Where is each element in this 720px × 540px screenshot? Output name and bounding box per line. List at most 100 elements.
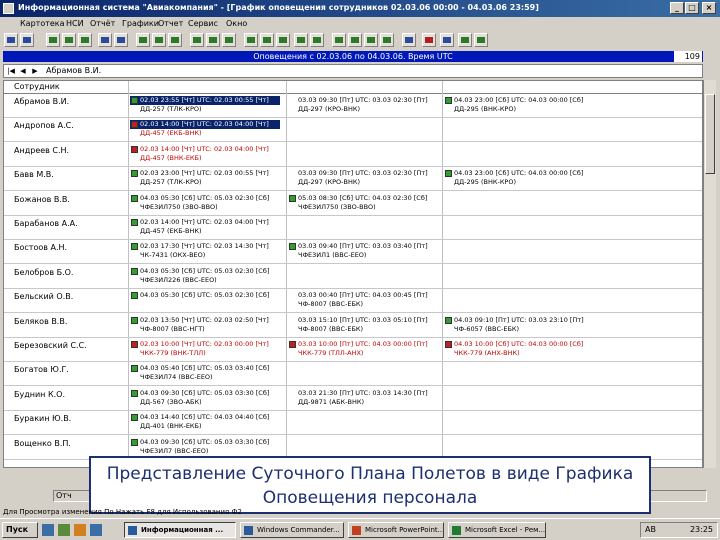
menu-item-nsi[interactable]: НСИ bbox=[66, 19, 84, 28]
red-flag-icon bbox=[131, 145, 138, 153]
table-row[interactable]: Богатов Ю.Г. 04.03 05:40 [Сб] UTC: 05.03 … bbox=[4, 362, 702, 387]
menu-item-otchet[interactable]: Отчёт bbox=[90, 19, 115, 28]
notification-cell[interactable]: 02.03 23:00 [Чт] UTC: 02.03 00:55 [Чт] ДД… bbox=[130, 169, 280, 189]
window-icon bbox=[128, 526, 137, 535]
table-row[interactable]: Андропов А.С. 02.03 14:00 [Чт] UTC: 02.03… bbox=[4, 118, 702, 143]
notification-cell[interactable]: 04.03 05:40 [Сб] UTC: 05.03 03:40 [Сб] ЧФ… bbox=[130, 364, 280, 384]
toolbar-tool-icon[interactable] bbox=[348, 33, 362, 47]
task-button[interactable]: Windows Commander... bbox=[240, 522, 344, 538]
notification-cell[interactable]: 02.03 14:00 [Чт] UTC: 02.03 04:00 [Чт] ДД… bbox=[130, 120, 280, 140]
toolbar-tool-icon[interactable] bbox=[364, 33, 378, 47]
prev-record-icon[interactable]: ◀ bbox=[18, 66, 28, 76]
notification-cell[interactable]: 03.03 09:30 [Пт] UTC: 03.03 02:30 [Пт] ДД… bbox=[288, 169, 438, 189]
toolbar-tool-icon[interactable] bbox=[380, 33, 394, 47]
next-record-icon[interactable]: ▶ bbox=[30, 66, 40, 76]
table-row[interactable]: Андреев С.Н. 02.03 14:00 [Чт] UTC: 02.03 … bbox=[4, 143, 702, 167]
notification-cell[interactable]: 04.03 23:00 [Сб] UTC: 04.03 00:00 [Сб] ДД… bbox=[444, 96, 594, 116]
notification-cell[interactable]: 04.03 05:30 [Сб] UTC: 05.03 02:30 [Сб] ЧФ… bbox=[130, 267, 280, 287]
toolbar-tool-icon[interactable] bbox=[168, 33, 182, 47]
toolbar-tool-icon[interactable] bbox=[98, 33, 112, 47]
language-indicator[interactable]: AB bbox=[645, 525, 656, 534]
notification-cell[interactable]: 04.03 09:10 [Пт] UTC: 03.03 23:10 [Пт] ЧФ… bbox=[444, 316, 594, 336]
toolbar-tool-icon[interactable] bbox=[294, 33, 308, 47]
toolbar-tool-icon[interactable] bbox=[310, 33, 324, 47]
notification-cell[interactable]: 04.03 14:40 [Сб] UTC: 04.03 04:40 [Сб] ДД… bbox=[130, 413, 280, 433]
toolbar-tool-icon[interactable] bbox=[206, 33, 220, 47]
notification-time: 03.03 21:30 [Пт] UTC: 03.03 14:30 [Пт] bbox=[298, 388, 428, 397]
menu-item-report[interactable]: Отчет bbox=[158, 19, 183, 28]
maximize-button[interactable]: □ bbox=[685, 2, 699, 14]
toolbar-tool-icon[interactable] bbox=[422, 33, 436, 47]
notification-cell[interactable]: 03.03 00:40 [Пт] UTC: 04.03 00:45 [Пт] ЧФ… bbox=[288, 291, 438, 311]
table-row[interactable]: Буднин К.О. 04.03 09:30 [Сб] UTC: 05.03 0… bbox=[4, 387, 702, 411]
toolbar-tool-icon[interactable] bbox=[62, 33, 76, 47]
notification-cell[interactable]: 04.03 05:30 [Сб] UTC: 05.03 02:30 [Сб] ЧФ… bbox=[130, 194, 280, 214]
table-row[interactable]: Беляков В.В. 02.03 13:50 [Чт] UTC: 02.03 … bbox=[4, 314, 702, 338]
toolbar-tool-icon[interactable] bbox=[440, 33, 454, 47]
toolbar-tool-icon[interactable] bbox=[244, 33, 258, 47]
minimize-button[interactable]: _ bbox=[670, 2, 684, 14]
toolbar-tool-icon[interactable] bbox=[152, 33, 166, 47]
quicklaunch-icon[interactable] bbox=[90, 524, 102, 536]
notification-cell[interactable]: 03.03 15:10 [Пт] UTC: 03.03 05:10 [Пт] ЧФ… bbox=[288, 316, 438, 336]
start-button[interactable]: Пуск bbox=[2, 522, 38, 538]
notification-cell[interactable]: 02.03 14:00 [Чт] UTC: 02.03 04:00 [Чт] ДД… bbox=[130, 218, 280, 238]
toolbar-tool-icon[interactable] bbox=[458, 33, 472, 47]
toolbar-tool-icon[interactable] bbox=[260, 33, 274, 47]
toolbar-tool-icon[interactable] bbox=[276, 33, 290, 47]
notification-cell[interactable]: 02.03 10:00 [Чт] UTC: 02.03 00:00 [Чт] ЧК… bbox=[130, 340, 280, 360]
toolbar-tool-icon[interactable] bbox=[222, 33, 236, 47]
task-button[interactable]: Microsoft Excel - Рем... bbox=[448, 522, 546, 538]
table-row[interactable]: Белобров Б.О. 04.03 05:30 [Сб] UTC: 05.03… bbox=[4, 265, 702, 289]
caption-line-1: Представление Суточного Плана Полетов в … bbox=[106, 464, 634, 484]
notification-cell[interactable]: 02.03 17:30 [Чт] UTC: 02.03 14:30 [Чт] ЧК… bbox=[130, 242, 280, 262]
notification-cell[interactable]: 02.03 14:00 [Чт] UTC: 02.03 04:00 [Чт] ДД… bbox=[130, 145, 280, 165]
notification-cell[interactable]: 04.03 23:00 [Сб] UTC: 04.03 00:00 [Сб] ДД… bbox=[444, 169, 594, 189]
notification-cell[interactable]: 03.03 10:00 [Пт] UTC: 04.03 00:00 [Пт] ЧК… bbox=[288, 340, 438, 360]
toolbar-tool-icon[interactable] bbox=[190, 33, 204, 47]
close-button[interactable]: × bbox=[702, 2, 716, 14]
notification-cell[interactable]: 02.03 13:50 [Чт] UTC: 02.03 02:50 [Чт] ЧФ… bbox=[130, 316, 280, 336]
table-row[interactable]: Абрамов В.И. 02.03 23:55 [Чт] UTC: 02.03 … bbox=[4, 94, 702, 118]
notification-time: 04.03 05:30 [Сб] UTC: 05.03 02:30 [Сб] bbox=[140, 266, 270, 275]
menu-item-grafiki[interactable]: Графики bbox=[122, 19, 159, 28]
menu-item-window[interactable]: Окно bbox=[226, 19, 247, 28]
task-button[interactable]: Microsoft PowerPoint... bbox=[348, 522, 444, 538]
table-row[interactable]: Божанов В.В. 04.03 05:30 [Сб] UTC: 05.03 … bbox=[4, 192, 702, 216]
toolbar-tool-icon[interactable] bbox=[474, 33, 488, 47]
quicklaunch-icon[interactable] bbox=[42, 524, 54, 536]
table-row[interactable]: Барабанов А.А. 02.03 14:00 [Чт] UTC: 02.0… bbox=[4, 216, 702, 240]
menu-item-kartoteka[interactable]: Картотека bbox=[20, 19, 65, 28]
toolbar-tool-icon[interactable] bbox=[46, 33, 60, 47]
toolbar-tool-icon[interactable] bbox=[402, 33, 416, 47]
menu-item-service[interactable]: Сервис bbox=[188, 19, 218, 28]
table-row[interactable]: Бельский О.В. 04.03 05:30 [Сб] UTC: 05.03… bbox=[4, 289, 702, 314]
notification-cell[interactable]: 04.03 09:30 [Сб] UTC: 05.03 03:30 [Сб] ЧФ… bbox=[130, 438, 280, 458]
toolbar-tool-icon[interactable] bbox=[20, 33, 34, 47]
notification-time: 02.03 10:00 [Чт] UTC: 02.03 00:00 [Чт] bbox=[140, 340, 269, 348]
green-flag-icon bbox=[131, 170, 138, 178]
table-row[interactable]: Бавв М.В. 02.03 23:00 [Чт] UTC: 02.03 00:… bbox=[4, 167, 702, 192]
table-row[interactable]: Березовский С.С. 02.03 10:00 [Чт] UTC: 02… bbox=[4, 338, 702, 362]
toolbar-tool-icon[interactable] bbox=[332, 33, 346, 47]
quicklaunch-icon[interactable] bbox=[74, 524, 86, 536]
notification-cell[interactable]: 03.03 09:40 [Пт] UTC: 03.03 03:40 [Пт] ЧФ… bbox=[288, 242, 438, 262]
notification-cell[interactable]: 03.03 21:30 [Пт] UTC: 03.03 14:30 [Пт] ДД… bbox=[288, 389, 438, 409]
scrollbar-thumb[interactable] bbox=[705, 94, 715, 174]
first-record-icon[interactable]: |◀ bbox=[6, 66, 16, 76]
notification-cell[interactable]: 04.03 09:30 [Сб] UTC: 05.03 03:30 [Сб] ДД… bbox=[130, 389, 280, 409]
quicklaunch-icon[interactable] bbox=[58, 524, 70, 536]
toolbar-tool-icon[interactable] bbox=[114, 33, 128, 47]
toolbar-tool-icon[interactable] bbox=[4, 33, 18, 47]
task-button[interactable]: Информационная ... bbox=[124, 522, 236, 538]
notification-cell[interactable]: 04.03 05:30 [Сб] UTC: 05.03 02:30 [Сб] bbox=[130, 291, 280, 311]
notification-cell[interactable]: 04.03 10:00 [Сб] UTC: 04.03 00:00 [Сб] ЧК… bbox=[444, 340, 594, 360]
table-row[interactable]: Бостоов А.Н. 02.03 17:30 [Чт] UTC: 02.03 … bbox=[4, 240, 702, 265]
notification-cell[interactable]: 05.03 08:30 [Сб] UTC: 04.03 02:30 [Сб] ЧФ… bbox=[288, 194, 438, 214]
toolbar-tool-icon[interactable] bbox=[78, 33, 92, 47]
table-row[interactable]: Буракин Ю.В. 04.03 14:40 [Сб] UTC: 04.03 … bbox=[4, 411, 702, 436]
toolbar-tool-icon[interactable] bbox=[136, 33, 150, 47]
notification-cell[interactable]: 02.03 23:55 [Чт] UTC: 02.03 00:55 [Чт] ДД… bbox=[130, 96, 280, 116]
notification-cell[interactable]: 03.03 09:30 [Пт] UTC: 03.03 02:30 [Пт] ДД… bbox=[288, 96, 438, 116]
vertical-scrollbar[interactable] bbox=[703, 80, 716, 468]
